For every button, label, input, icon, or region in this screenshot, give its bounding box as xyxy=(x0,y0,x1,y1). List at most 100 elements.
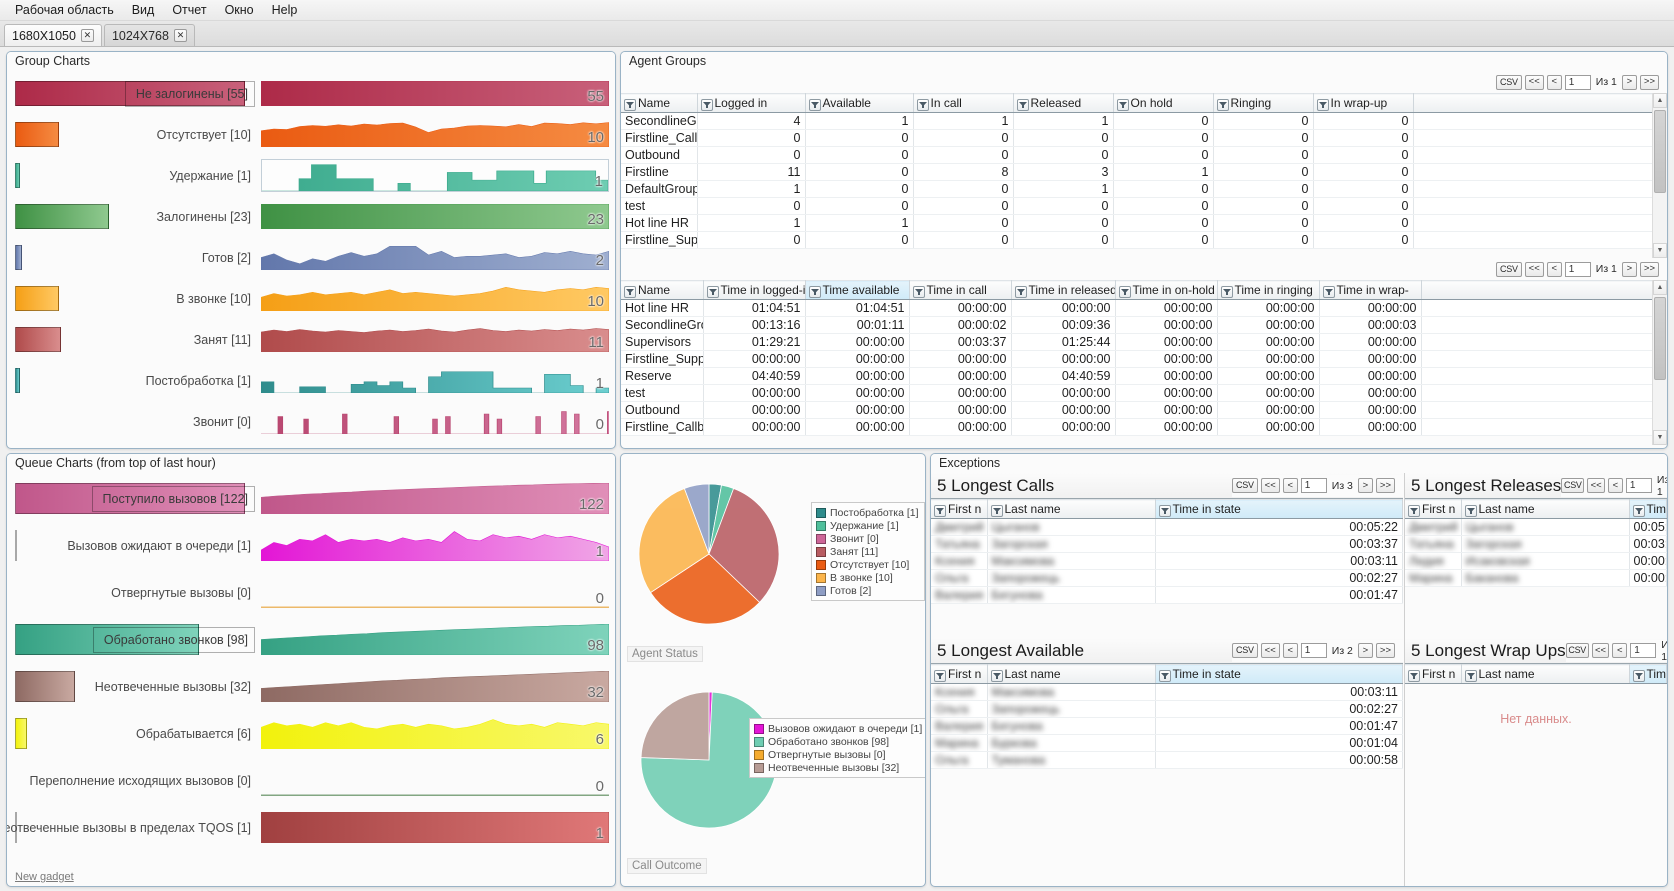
vertical-scrollbar[interactable]: ▲ ▼ xyxy=(1652,280,1667,445)
legend-item[interactable]: Обработано звонков [98] xyxy=(754,735,922,748)
filter-icon[interactable] xyxy=(700,98,713,111)
chart-row[interactable]: В звонке [10] 10 xyxy=(11,278,611,319)
table-row[interactable]: Ольга Туманова 00:00:58 xyxy=(931,751,1403,769)
csv-export-button[interactable]: CSV xyxy=(1565,643,1589,658)
filter-icon[interactable] xyxy=(1632,504,1645,517)
agent-groups-times-col-3[interactable]: Time in call xyxy=(909,280,1012,300)
chart-row-sparkline[interactable]: 32 xyxy=(261,671,609,702)
chart-row-sparkline[interactable]: 6 xyxy=(261,718,609,749)
page-input[interactable] xyxy=(1564,74,1591,90)
table-row[interactable]: Hot line HR 01:04:51 01:04:51 00:00:00 00:00… xyxy=(621,299,1667,317)
table-row[interactable]: test 0 0 0 0 0 0 0 xyxy=(621,197,1667,215)
scroll-up-arrow[interactable]: ▲ xyxy=(1653,93,1667,108)
table-row[interactable]: DefaultGroup 1 0 0 1 0 0 0 xyxy=(621,180,1667,198)
chart-row-sparkline[interactable]: 0 xyxy=(261,765,609,796)
first-page-button[interactable]: << xyxy=(1524,261,1544,277)
chart-row[interactable]: Обрабатывается [6] 6 xyxy=(11,710,611,757)
agent-groups-times-col-7[interactable]: Time in wrap- xyxy=(1319,280,1422,300)
agent-groups-status-col-3[interactable]: In call xyxy=(913,93,1014,113)
chart-row-sparkline[interactable]: 55 xyxy=(261,81,609,106)
page-input[interactable] xyxy=(1630,643,1657,658)
csv-export-button[interactable]: CSV xyxy=(1496,74,1522,90)
table-row[interactable]: Татьяна Загорская 00:03:37 xyxy=(1405,535,1667,553)
filter-icon[interactable] xyxy=(706,285,719,298)
chart-row-sparkline[interactable]: 10 xyxy=(261,122,609,147)
agent-groups-times-col-0[interactable]: Name xyxy=(621,280,704,300)
last-page-button[interactable]: >> xyxy=(1639,261,1659,277)
next-page-button[interactable]: > xyxy=(1621,74,1637,90)
first-page-button[interactable]: << xyxy=(1587,478,1605,493)
table-row[interactable]: Ольга Запорожець 00:02:27 xyxy=(931,569,1403,587)
first-page-button[interactable]: << xyxy=(1591,643,1610,658)
chart-row[interactable]: Звонит [0] 0 xyxy=(11,401,611,442)
vertical-scrollbar[interactable]: ▲ ▼ xyxy=(1652,93,1667,258)
filter-icon[interactable] xyxy=(916,98,929,111)
chart-row[interactable]: Постобработка [1] 1 xyxy=(11,360,611,401)
chart-row[interactable]: Отсутствует [10] 10 xyxy=(11,114,611,155)
table-row[interactable]: Ксения Максимова 00:03:11 xyxy=(931,552,1403,570)
chart-row[interactable]: Не залогинены [55] 55 xyxy=(11,73,611,114)
table-row[interactable]: SecondlineGro 00:13:16 00:01:11 00:00:02 00:… xyxy=(621,316,1667,334)
filter-icon[interactable] xyxy=(808,285,821,298)
agent-groups-times-col-5[interactable]: Time in on-hold xyxy=(1115,280,1218,300)
agent-groups-status-col-7[interactable]: In wrap-up xyxy=(1313,93,1414,113)
csv-export-button[interactable]: CSV xyxy=(1232,478,1258,493)
filter-icon[interactable] xyxy=(934,504,946,517)
menu-item-1[interactable]: Вид xyxy=(123,1,164,19)
close-icon[interactable]: ✕ xyxy=(80,29,94,42)
agent-groups-status-col-0[interactable]: Name xyxy=(621,93,698,113)
prev-page-button[interactable]: < xyxy=(1282,478,1298,493)
scrollbar-thumb[interactable] xyxy=(1654,297,1666,380)
scroll-up-arrow[interactable]: ▲ xyxy=(1653,280,1667,295)
agent-groups-times-col-6[interactable]: Time in ringing xyxy=(1217,280,1320,300)
scroll-down-arrow[interactable]: ▼ xyxy=(1653,430,1667,445)
tab-1680X1050[interactable]: 1680X1050 ✕ xyxy=(4,24,102,46)
filter-icon[interactable] xyxy=(1220,285,1233,298)
table-row[interactable]: Firstline_Callba 00:00:00 00:00:00 00:00:00… xyxy=(621,418,1667,436)
filter-icon[interactable] xyxy=(1158,669,1171,682)
table-row[interactable]: Валерия Бегунова 00:01:47 xyxy=(931,717,1403,735)
filter-icon[interactable] xyxy=(1216,98,1229,111)
last-page-button[interactable]: >> xyxy=(1375,643,1395,658)
filter-icon[interactable] xyxy=(1014,285,1027,298)
table-row[interactable]: Outbound 00:00:00 00:00:00 00:00:00 00:00:00… xyxy=(621,401,1667,419)
filter-icon[interactable] xyxy=(990,669,1003,682)
table-row[interactable]: Ксения Максимова 00:03:11 xyxy=(931,683,1403,701)
legend-item[interactable]: Занят [11] xyxy=(816,545,919,558)
filter-icon[interactable] xyxy=(1632,669,1645,682)
next-page-button[interactable]: > xyxy=(1357,643,1373,658)
menu-item-2[interactable]: Отчет xyxy=(163,1,215,19)
pie-slice[interactable] xyxy=(640,691,710,761)
page-input[interactable] xyxy=(1300,643,1327,658)
table-row[interactable]: Валерия Бегунова 00:01:47 xyxy=(931,586,1403,604)
chart-row[interactable]: Занят [11] 11 xyxy=(11,319,611,360)
chart-row[interactable]: Обработано звонков [98] 98 xyxy=(11,616,611,663)
csv-export-button[interactable]: CSV xyxy=(1232,643,1258,658)
chart-row[interactable]: Неотвеченные вызовы в пределах TQOS [1] … xyxy=(7,804,611,851)
first-page-button[interactable]: << xyxy=(1260,643,1280,658)
chart-row-sparkline[interactable]: 0 xyxy=(261,409,609,434)
scrollbar-thumb[interactable] xyxy=(1654,110,1666,193)
filter-icon[interactable] xyxy=(624,285,636,298)
next-page-button[interactable]: > xyxy=(1357,478,1373,493)
table-row[interactable]: Firstline_Callb 0 0 0 0 0 0 0 xyxy=(621,129,1667,147)
chart-row[interactable]: Поступило вызовов [122] 122 xyxy=(11,475,611,522)
legend-item[interactable]: Звонит [0] xyxy=(816,532,919,545)
page-input[interactable] xyxy=(1300,478,1327,493)
chart-row-sparkline[interactable]: 10 xyxy=(261,286,609,311)
filter-icon[interactable] xyxy=(624,98,636,111)
table-row[interactable]: Firstline 11 0 8 3 1 0 0 xyxy=(621,163,1667,181)
chart-row[interactable]: Вызовов ожидают в очереди [1] 1 xyxy=(11,522,611,569)
table-row[interactable]: test 00:00:00 00:00:00 00:00:00 00:00:00 00:0… xyxy=(621,384,1667,402)
csv-export-button[interactable]: CSV xyxy=(1496,261,1522,277)
legend-item[interactable]: Удержание [1] xyxy=(816,519,919,532)
table-row[interactable]: Дмитрий Цыганов 00:05:22 xyxy=(931,518,1403,536)
agent-groups-status-col-6[interactable]: Ringing xyxy=(1213,93,1314,113)
new-gadget-link[interactable]: New gadget xyxy=(15,871,74,883)
table-row[interactable]: Supervisors 01:29:21 00:00:00 00:03:37 01:25… xyxy=(621,333,1667,351)
prev-page-button[interactable]: < xyxy=(1612,643,1628,658)
chart-row[interactable]: Отвергнутые вызовы [0] 0 xyxy=(11,569,611,616)
table-row[interactable]: SecondlineGro4111000 xyxy=(621,112,1667,130)
chart-row-sparkline[interactable]: 2 xyxy=(261,245,609,270)
legend-item[interactable]: Отвергнутые вызовы [0] xyxy=(754,748,922,761)
